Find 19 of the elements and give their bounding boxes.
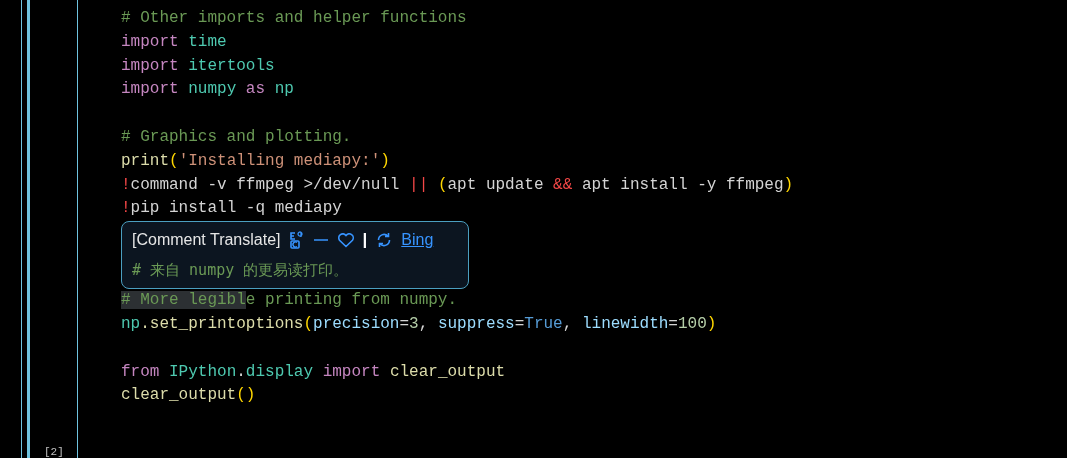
bing-link[interactable]: Bing <box>401 231 434 250</box>
code-line: import time <box>121 32 227 51</box>
code-line: # More legible printing from numpy. <box>121 291 458 310</box>
code-line: # Graphics and plotting. <box>121 128 352 146</box>
popup-title: [Comment Translate] <box>132 231 281 250</box>
separator-text: | <box>362 230 368 251</box>
code-line: !pip install -q mediapy <box>121 199 342 218</box>
code-line: clear_output() <box>121 386 256 405</box>
code-line: # Other imports and helper functions <box>121 9 467 27</box>
execution-count: [2] <box>44 446 64 458</box>
translate-icon[interactable] <box>288 231 305 250</box>
code-line: import numpy as np <box>121 80 294 99</box>
code-line: np.set_printoptions(precision=3, suppress=True, linewidth=100) <box>121 314 717 333</box>
code-line: from IPython.display import clear_output <box>121 362 506 381</box>
translated-comment: # 来自 numpy 的更易读打印。 <box>132 261 350 281</box>
code-line: print('Installing mediapy:') <box>121 151 390 170</box>
code-line: import itertools <box>121 56 275 75</box>
code-line: !command -v ffmpeg >/dev/null || (apt update && apt install -y ffmpeg) <box>121 175 794 194</box>
heart-icon[interactable] <box>336 232 355 249</box>
